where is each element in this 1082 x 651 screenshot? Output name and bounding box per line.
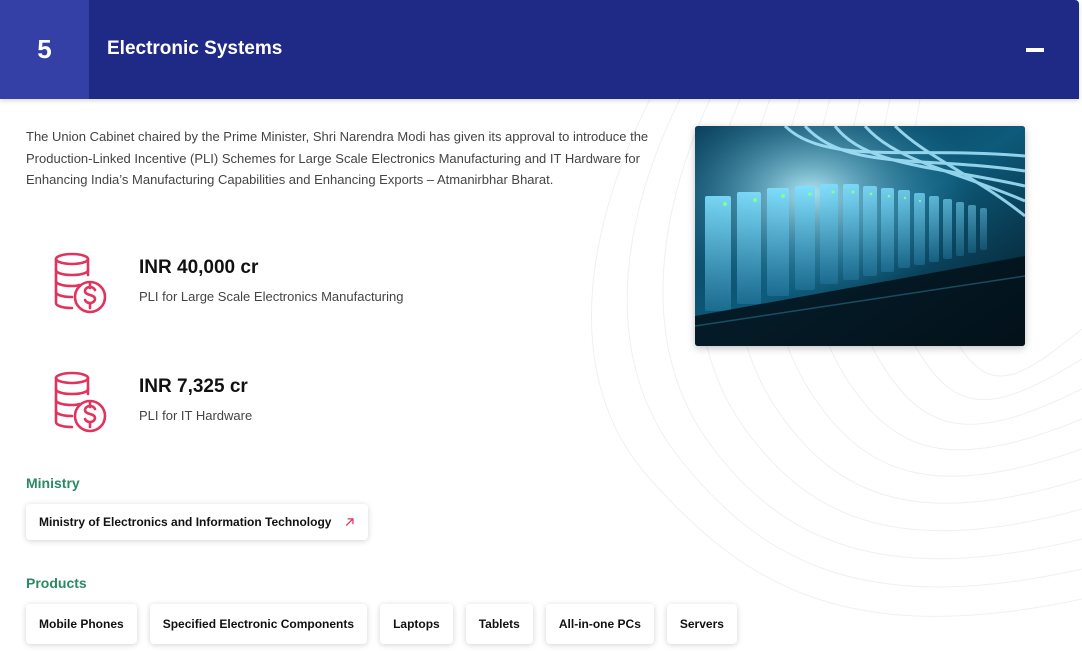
products-label: Products	[26, 575, 87, 591]
product-chip[interactable]: Servers	[666, 604, 737, 644]
ministry-link[interactable]: Ministry of Electronics and Information …	[26, 504, 368, 540]
product-chip[interactable]: Laptops	[380, 604, 453, 644]
server-rack-illustration	[695, 126, 1025, 346]
product-chip[interactable]: All-in-one PCs	[545, 604, 654, 644]
server-rack-image	[695, 126, 1025, 346]
section-title: Electronic Systems	[107, 38, 283, 59]
coins-dollar-icon	[54, 252, 107, 314]
product-chip[interactable]: Specified Electronic Components	[149, 604, 368, 644]
stat-description: PLI for Large Scale Electronics Manufact…	[139, 289, 404, 304]
stat-description: PLI for IT Hardware	[139, 408, 253, 423]
section-number: 5	[0, 0, 89, 99]
coins-dollar-icon	[54, 371, 107, 433]
collapse-button[interactable]	[1016, 34, 1054, 66]
ministry-label: Ministry	[26, 475, 80, 491]
product-chip[interactable]: Tablets	[465, 604, 533, 644]
accordion-header[interactable]: 5 Electronic Systems	[0, 0, 1079, 99]
external-arrow-icon	[346, 518, 355, 526]
stat-amount: INR 7,325 cr	[139, 376, 248, 397]
stat-item: INR 40,000 cr PLI for Large Scale Electr…	[26, 251, 586, 331]
intro-paragraph: The Union Cabinet chaired by the Prime M…	[26, 129, 649, 187]
ministry-name: Ministry of Electronics and Information …	[39, 515, 332, 529]
stat-item: INR 7,325 cr PLI for IT Hardware	[26, 370, 586, 450]
page: 5 Electronic Systems The Union Cabinet c…	[0, 0, 1082, 651]
products-list: Mobile Phones Specified Electronic Compo…	[26, 604, 737, 644]
stat-amount: INR 40,000 cr	[139, 257, 259, 278]
minus-icon	[1026, 48, 1044, 52]
product-chip[interactable]: Mobile Phones	[26, 604, 137, 644]
